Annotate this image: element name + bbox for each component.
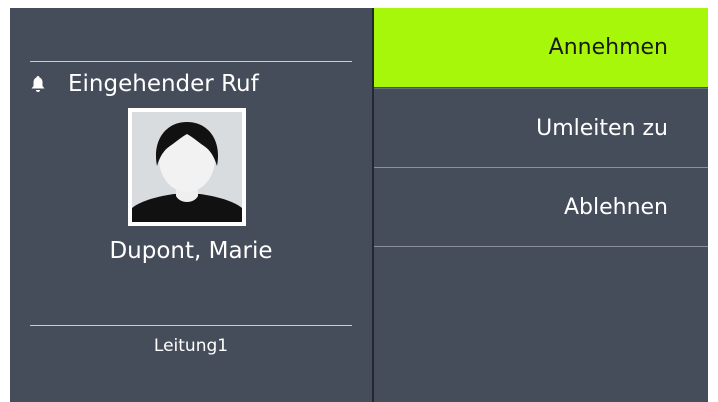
forward-call-label: Umleiten zu <box>536 116 668 141</box>
phone-screen: Eingehender Ruf Dupont, Marie Leitung1 A… <box>10 8 708 402</box>
bell-icon <box>31 76 45 92</box>
call-action-menu: Annehmen Umleiten zu Ablehnen <box>374 8 708 402</box>
forward-call-button[interactable]: Umleiten zu <box>374 89 708 168</box>
call-header: Eingehender Ruf <box>30 68 259 100</box>
accept-call-label: Annehmen <box>548 35 668 60</box>
accept-call-button[interactable]: Annehmen <box>374 8 708 87</box>
caller-name: Dupont, Marie <box>109 238 273 264</box>
reject-call-button[interactable]: Ablehnen <box>374 168 708 247</box>
line-label: Leitung1 <box>153 336 229 356</box>
call-title: Eingehender Ruf <box>68 71 259 97</box>
menu-divider <box>374 246 708 247</box>
person-avatar-icon <box>132 112 242 222</box>
call-info-panel: Eingehender Ruf Dupont, Marie Leitung1 <box>10 8 372 402</box>
avatar <box>128 108 246 226</box>
top-divider <box>30 61 352 62</box>
reject-call-label: Ablehnen <box>563 195 668 220</box>
bottom-divider <box>30 325 352 326</box>
